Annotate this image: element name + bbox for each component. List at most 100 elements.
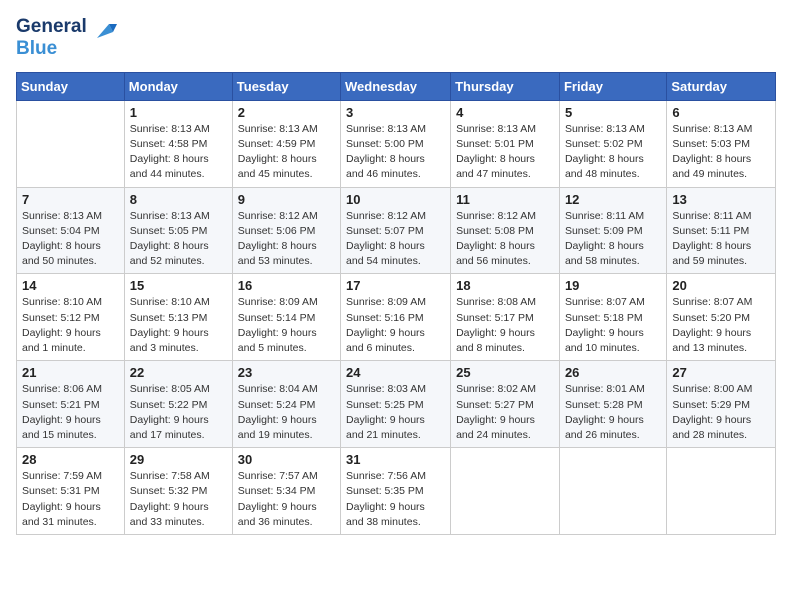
- calendar-cell: 23Sunrise: 8:04 AMSunset: 5:24 PMDayligh…: [232, 361, 340, 448]
- day-info: Sunrise: 7:57 AMSunset: 5:34 PMDaylight:…: [238, 469, 335, 530]
- day-info: Sunrise: 8:07 AMSunset: 5:18 PMDaylight:…: [565, 295, 661, 356]
- calendar-header: SundayMondayTuesdayWednesdayThursdayFrid…: [17, 72, 776, 100]
- day-info: Sunrise: 8:01 AMSunset: 5:28 PMDaylight:…: [565, 382, 661, 443]
- calendar-cell: 25 Sunrise: 8:02 AMSunset: 5:27 PMDayligh…: [451, 361, 560, 448]
- calendar-cell: 24 Sunrise: 8:03 AMSunset: 5:25 PMDayligh…: [341, 361, 451, 448]
- weekday-header-sunday: Sunday: [17, 72, 125, 100]
- calendar-cell: 31Sunrise: 7:56 AMSunset: 5:35 PMDayligh…: [341, 448, 451, 535]
- calendar-cell: 6 Sunrise: 8:13 AMSunset: 5:03 PMDaylight…: [667, 100, 776, 187]
- calendar-week-row: 28 Sunrise: 7:59 AMSunset: 5:31 PMDayligh…: [17, 448, 776, 535]
- weekday-header-row: SundayMondayTuesdayWednesdayThursdayFrid…: [17, 72, 776, 100]
- day-number: 1: [130, 105, 227, 120]
- day-number: 17: [346, 278, 445, 293]
- calendar-week-row: 7 Sunrise: 8:13 AMSunset: 5:04 PMDaylight…: [17, 187, 776, 274]
- day-number: 7: [22, 192, 119, 207]
- calendar-week-row: 21 Sunrise: 8:06 AMSunset: 5:21 PMDayligh…: [17, 361, 776, 448]
- day-info: Sunrise: 7:59 AMSunset: 5:31 PMDaylight:…: [22, 469, 119, 530]
- calendar-cell: 16Sunrise: 8:09 AMSunset: 5:14 PMDayligh…: [232, 274, 340, 361]
- day-number: 28: [22, 452, 119, 467]
- calendar-cell: 4 Sunrise: 8:13 AMSunset: 5:01 PMDaylight…: [451, 100, 560, 187]
- weekday-header-thursday: Thursday: [451, 72, 560, 100]
- calendar-body: 1 Sunrise: 8:13 AMSunset: 4:58 PMDaylight…: [17, 100, 776, 534]
- header: General Blue: [16, 16, 776, 60]
- logo-combined: General Blue: [16, 16, 117, 60]
- day-number: 20: [672, 278, 770, 293]
- day-info: Sunrise: 8:13 AMSunset: 5:05 PMDaylight:…: [130, 209, 227, 270]
- weekday-header-tuesday: Tuesday: [232, 72, 340, 100]
- calendar-cell: 28 Sunrise: 7:59 AMSunset: 5:31 PMDayligh…: [17, 448, 125, 535]
- calendar-table: SundayMondayTuesdayWednesdayThursdayFrid…: [16, 72, 776, 535]
- weekday-header-friday: Friday: [559, 72, 666, 100]
- calendar-cell: 15 Sunrise: 8:10 AMSunset: 5:13 PMDayligh…: [124, 274, 232, 361]
- calendar-cell: 11Sunrise: 8:12 AMSunset: 5:08 PMDayligh…: [451, 187, 560, 274]
- day-number: 4: [456, 105, 554, 120]
- weekday-header-saturday: Saturday: [667, 72, 776, 100]
- calendar-cell: [559, 448, 666, 535]
- day-info: Sunrise: 8:08 AMSunset: 5:17 PMDaylight:…: [456, 295, 554, 356]
- day-info: Sunrise: 8:04 AMSunset: 5:24 PMDaylight:…: [238, 382, 335, 443]
- day-number: 14: [22, 278, 119, 293]
- day-number: 10: [346, 192, 445, 207]
- calendar-cell: [667, 448, 776, 535]
- day-number: 8: [130, 192, 227, 207]
- day-number: 24: [346, 365, 445, 380]
- calendar-cell: 2 Sunrise: 8:13 AMSunset: 4:59 PMDaylight…: [232, 100, 340, 187]
- day-info: Sunrise: 8:13 AMSunset: 5:02 PMDaylight:…: [565, 122, 661, 183]
- day-info: Sunrise: 7:58 AMSunset: 5:32 PMDaylight:…: [130, 469, 227, 530]
- calendar-cell: 5Sunrise: 8:13 AMSunset: 5:02 PMDaylight…: [559, 100, 666, 187]
- day-info: Sunrise: 8:13 AMSunset: 5:03 PMDaylight:…: [672, 122, 770, 183]
- calendar-cell: 29 Sunrise: 7:58 AMSunset: 5:32 PMDayligh…: [124, 448, 232, 535]
- calendar-cell: 10 Sunrise: 8:12 AMSunset: 5:07 PMDayligh…: [341, 187, 451, 274]
- day-info: Sunrise: 8:00 AMSunset: 5:29 PMDaylight:…: [672, 382, 770, 443]
- day-number: 22: [130, 365, 227, 380]
- day-number: 26: [565, 365, 661, 380]
- calendar-cell: 3Sunrise: 8:13 AMSunset: 5:00 PMDaylight…: [341, 100, 451, 187]
- calendar-cell: 17Sunrise: 8:09 AMSunset: 5:16 PMDayligh…: [341, 274, 451, 361]
- calendar-cell: 26 Sunrise: 8:01 AMSunset: 5:28 PMDayligh…: [559, 361, 666, 448]
- calendar-cell: 14Sunrise: 8:10 AMSunset: 5:12 PMDayligh…: [17, 274, 125, 361]
- calendar-cell: 20 Sunrise: 8:07 AMSunset: 5:20 PMDayligh…: [667, 274, 776, 361]
- calendar-week-row: 1 Sunrise: 8:13 AMSunset: 4:58 PMDaylight…: [17, 100, 776, 187]
- logo-bird-icon: [89, 20, 117, 48]
- calendar-cell: 1 Sunrise: 8:13 AMSunset: 4:58 PMDaylight…: [124, 100, 232, 187]
- day-number: 9: [238, 192, 335, 207]
- day-info: Sunrise: 8:07 AMSunset: 5:20 PMDaylight:…: [672, 295, 770, 356]
- calendar-cell: 27 Sunrise: 8:00 AMSunset: 5:29 PMDayligh…: [667, 361, 776, 448]
- calendar-cell: [451, 448, 560, 535]
- day-number: 2: [238, 105, 335, 120]
- day-info: Sunrise: 8:06 AMSunset: 5:21 PMDaylight:…: [22, 382, 119, 443]
- calendar-cell: [17, 100, 125, 187]
- day-info: Sunrise: 8:13 AMSunset: 5:01 PMDaylight:…: [456, 122, 554, 183]
- day-number: 21: [22, 365, 119, 380]
- day-number: 13: [672, 192, 770, 207]
- day-info: Sunrise: 8:05 AMSunset: 5:22 PMDaylight:…: [130, 382, 227, 443]
- day-number: 29: [130, 452, 227, 467]
- day-info: Sunrise: 8:02 AMSunset: 5:27 PMDaylight:…: [456, 382, 554, 443]
- calendar-cell: 9Sunrise: 8:12 AMSunset: 5:06 PMDaylight…: [232, 187, 340, 274]
- calendar-week-row: 14Sunrise: 8:10 AMSunset: 5:12 PMDayligh…: [17, 274, 776, 361]
- day-info: Sunrise: 8:13 AMSunset: 5:04 PMDaylight:…: [22, 209, 119, 270]
- day-info: Sunrise: 8:12 AMSunset: 5:08 PMDaylight:…: [456, 209, 554, 270]
- day-info: Sunrise: 8:13 AMSunset: 4:58 PMDaylight:…: [130, 122, 227, 183]
- calendar-cell: 7 Sunrise: 8:13 AMSunset: 5:04 PMDaylight…: [17, 187, 125, 274]
- calendar-cell: 18 Sunrise: 8:08 AMSunset: 5:17 PMDayligh…: [451, 274, 560, 361]
- day-info: Sunrise: 8:03 AMSunset: 5:25 PMDaylight:…: [346, 382, 445, 443]
- calendar-cell: 12Sunrise: 8:11 AMSunset: 5:09 PMDayligh…: [559, 187, 666, 274]
- calendar-cell: 30 Sunrise: 7:57 AMSunset: 5:34 PMDayligh…: [232, 448, 340, 535]
- day-info: Sunrise: 8:10 AMSunset: 5:13 PMDaylight:…: [130, 295, 227, 356]
- day-number: 6: [672, 105, 770, 120]
- day-number: 16: [238, 278, 335, 293]
- calendar-cell: 19Sunrise: 8:07 AMSunset: 5:18 PMDayligh…: [559, 274, 666, 361]
- day-number: 30: [238, 452, 335, 467]
- day-info: Sunrise: 8:12 AMSunset: 5:07 PMDaylight:…: [346, 209, 445, 270]
- day-info: Sunrise: 8:13 AMSunset: 4:59 PMDaylight:…: [238, 122, 335, 183]
- calendar-cell: 13 Sunrise: 8:11 AMSunset: 5:11 PMDayligh…: [667, 187, 776, 274]
- day-number: 27: [672, 365, 770, 380]
- day-number: 31: [346, 452, 445, 467]
- day-info: Sunrise: 8:11 AMSunset: 5:11 PMDaylight:…: [672, 209, 770, 270]
- calendar-cell: 21 Sunrise: 8:06 AMSunset: 5:21 PMDayligh…: [17, 361, 125, 448]
- day-number: 25: [456, 365, 554, 380]
- day-number: 18: [456, 278, 554, 293]
- day-info: Sunrise: 8:13 AMSunset: 5:00 PMDaylight:…: [346, 122, 445, 183]
- day-number: 15: [130, 278, 227, 293]
